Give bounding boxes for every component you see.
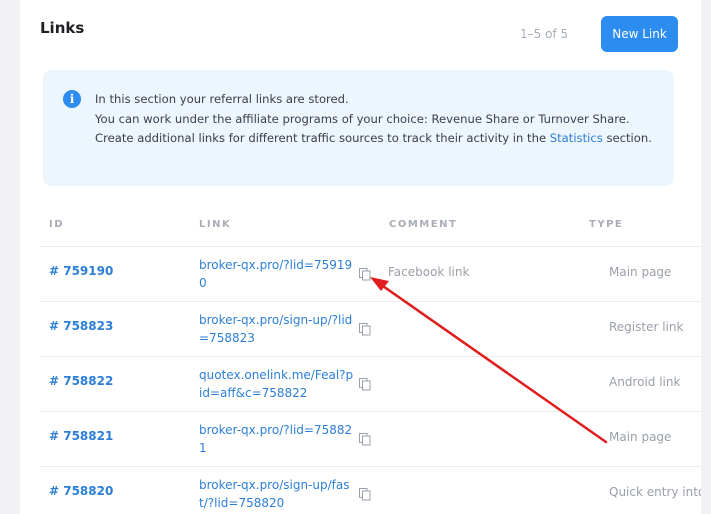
pagination-counter: 1–5 of 5 [520, 27, 569, 41]
link-id: # 758821 [49, 429, 114, 443]
referral-link[interactable]: broker-qx.pro/?lid=758821 [199, 421, 354, 457]
link-id: # 758823 [49, 319, 114, 333]
link-type: Register link [609, 320, 684, 334]
info-line-1: In this section your referral links are … [95, 92, 349, 106]
table-row: # 758822 quotex.onelink.me/Feal?pid=aff&… [40, 356, 701, 411]
table-row: # 758820 broker-qx.pro/sign-up/fast/?lid… [40, 466, 701, 514]
referral-link[interactable]: broker-qx.pro/?lid=759190 [199, 256, 354, 292]
column-header-type[interactable]: TYPE [589, 219, 623, 230]
copy-icon[interactable] [358, 377, 372, 391]
copy-icon[interactable] [358, 267, 372, 281]
link-comment: Facebook link [388, 265, 470, 279]
statistics-link[interactable]: Statistics [550, 131, 603, 145]
link-type: Android link [609, 375, 681, 389]
table-row: # 758821 broker-qx.pro/?lid=758821 Main … [40, 411, 701, 466]
page-title: Links [40, 19, 85, 37]
copy-icon[interactable] [358, 487, 372, 501]
referral-link[interactable]: broker-qx.pro/sign-up/?lid=758823 [199, 311, 354, 347]
table-row: # 758823 broker-qx.pro/sign-up/?lid=7588… [40, 301, 701, 356]
info-text: In this section your referral links are … [95, 90, 660, 148]
referral-link[interactable]: quotex.onelink.me/Feal?pid=aff&c=758822 [199, 366, 354, 402]
new-link-button[interactable]: New Link [601, 16, 678, 52]
column-header-comment[interactable]: COMMENT [389, 219, 457, 230]
info-banner: i In this section your referral links ar… [43, 70, 674, 186]
link-type: Main page [609, 430, 672, 444]
table-row: # 759190 broker-qx.pro/?lid=759190 Faceb… [40, 246, 701, 301]
link-type: Main page [609, 265, 672, 279]
links-card: Links 1–5 of 5 New Link i In this sectio… [20, 0, 701, 514]
link-id: # 759190 [49, 264, 114, 278]
column-header-id[interactable]: ID [49, 219, 64, 230]
copy-icon[interactable] [358, 432, 372, 446]
info-line-2: You can work under the affiliate program… [95, 110, 660, 148]
column-header-link[interactable]: LINK [199, 219, 231, 230]
link-id: # 758822 [49, 374, 114, 388]
referral-link[interactable]: broker-qx.pro/sign-up/fast/?lid=758820 [199, 476, 354, 512]
info-icon: i [63, 90, 81, 108]
copy-icon[interactable] [358, 322, 372, 336]
info-line-2-end: section. [602, 131, 652, 145]
link-id: # 758820 [49, 484, 114, 498]
link-type: Quick entry into [609, 485, 701, 499]
